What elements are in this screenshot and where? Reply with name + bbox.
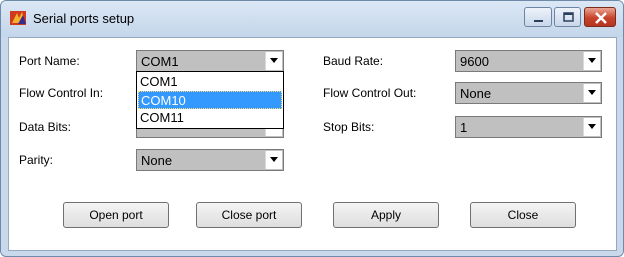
chevron-down-icon bbox=[588, 124, 596, 129]
parity-select[interactable]: None bbox=[136, 149, 284, 171]
title-bar[interactable]: Serial ports setup bbox=[1, 1, 623, 37]
minimize-button[interactable] bbox=[524, 7, 552, 27]
flow-control-in-label: Flow Control In: bbox=[19, 86, 104, 100]
flow-control-out-select[interactable]: None bbox=[455, 82, 602, 104]
settings-panel: Port Name: COM1 Flow Control In: Data Bi… bbox=[8, 37, 617, 251]
port-name-value: COM1 bbox=[141, 54, 179, 69]
stop-bits-value: 1 bbox=[460, 120, 468, 135]
open-port-button[interactable]: Open port bbox=[63, 202, 169, 228]
baud-rate-label: Baud Rate: bbox=[323, 54, 384, 68]
close-window-button[interactable] bbox=[584, 7, 616, 27]
port-name-label: Port Name: bbox=[19, 54, 80, 68]
maximize-button[interactable] bbox=[554, 7, 581, 27]
chevron-down-icon bbox=[588, 58, 596, 63]
stop-bits-arrow[interactable] bbox=[583, 118, 600, 136]
maximize-icon bbox=[563, 12, 574, 22]
port-name-select[interactable]: COM1 bbox=[136, 50, 284, 72]
port-name-arrow[interactable] bbox=[265, 52, 282, 70]
parity-label: Parity: bbox=[19, 153, 54, 167]
stop-bits-label: Stop Bits: bbox=[323, 120, 375, 134]
port-option-com11[interactable]: COM11 bbox=[138, 109, 282, 127]
parity-arrow[interactable] bbox=[265, 151, 282, 169]
data-bits-label: Data Bits: bbox=[19, 120, 72, 134]
baud-rate-arrow[interactable] bbox=[583, 52, 600, 70]
baud-rate-select[interactable]: 9600 bbox=[455, 50, 602, 72]
close-icon bbox=[595, 12, 607, 24]
close-button[interactable]: Close bbox=[470, 202, 576, 228]
serial-ports-setup-window: Serial ports setup Port Name: COM1 Flow … bbox=[0, 0, 624, 257]
port-option-com10[interactable]: COM10 bbox=[138, 91, 282, 109]
chevron-down-icon bbox=[270, 157, 278, 162]
stop-bits-select[interactable]: 1 bbox=[455, 116, 602, 138]
flow-control-out-arrow[interactable] bbox=[583, 84, 600, 102]
close-port-button[interactable]: Close port bbox=[196, 202, 302, 228]
window-title: Serial ports setup bbox=[33, 11, 135, 26]
app-icon bbox=[10, 11, 26, 25]
chevron-down-icon bbox=[588, 90, 596, 95]
minimize-icon bbox=[534, 20, 543, 22]
port-option-com1[interactable]: COM1 bbox=[138, 73, 282, 91]
parity-value: None bbox=[141, 153, 173, 168]
flow-control-out-label: Flow Control Out: bbox=[323, 86, 417, 100]
chevron-down-icon bbox=[270, 58, 278, 63]
port-name-dropdown-list: COM1 COM10 COM11 bbox=[136, 71, 284, 129]
baud-rate-value: 9600 bbox=[460, 54, 489, 69]
flow-control-out-value: None bbox=[460, 86, 492, 101]
apply-button[interactable]: Apply bbox=[333, 202, 439, 228]
